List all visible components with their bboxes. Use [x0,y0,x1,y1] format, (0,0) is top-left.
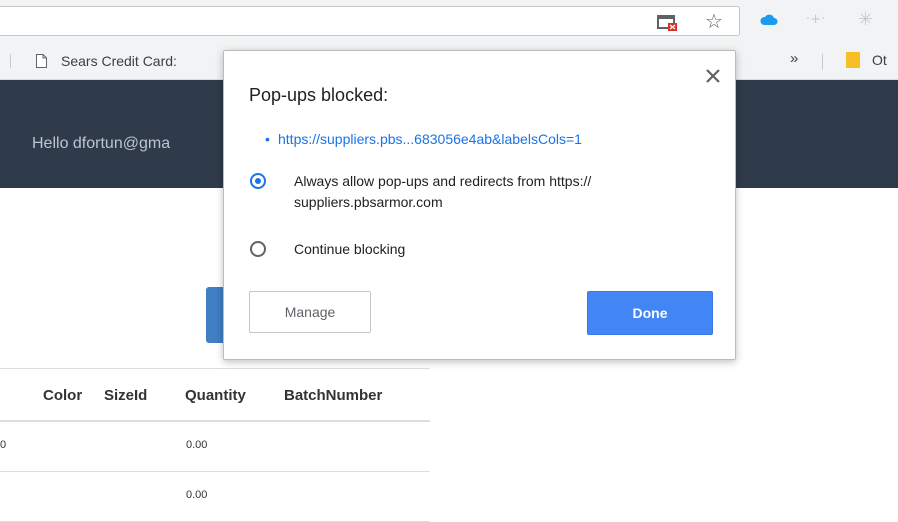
radio-continue-blocking[interactable] [250,241,266,257]
radio-always-allow[interactable] [250,173,266,189]
close-icon[interactable] [702,65,724,87]
column-header-color[interactable]: Color [43,387,82,404]
column-header-sizeid[interactable]: SizeId [104,387,147,404]
blocked-popup-link[interactable]: https://suppliers.pbs...683056e4ab&label… [278,131,582,147]
table-cell-quantity: 0.00 [186,439,208,451]
table-cell: 0 [0,439,7,451]
divider [10,54,11,68]
table-header: Color SizeId Quantity BatchNumber [0,368,430,422]
manage-button[interactable]: Manage [249,291,371,333]
bookmark-sears-credit-card[interactable]: Sears Credit Card: [36,51,177,71]
bookmark-star-icon[interactable]: ☆ [702,9,726,33]
radio-label-line: Always allow pop-ups and redirects from … [294,173,592,189]
data-table: Color SizeId Quantity BatchNumber 0 0.00… [0,368,430,522]
address-bar[interactable] [0,6,740,36]
page-icon [36,54,47,68]
popup-blocked-icon[interactable] [656,13,680,33]
user-greeting[interactable]: Hello dfortun@gma [32,135,170,153]
done-button[interactable]: Done [587,291,713,335]
table-cell-quantity: 0.00 [186,489,208,501]
bookmark-label: Ot [872,52,887,68]
extension-icon[interactable]: ·+· [806,12,825,27]
folder-icon [846,52,860,68]
extension-snowflake-icon[interactable]: ✳ [858,9,873,30]
dialog-title: Pop-ups blocked: [249,85,389,105]
bullet-icon: • [265,131,270,147]
radio-label-always-allow[interactable]: Always allow pop-ups and redirects from … [294,171,591,213]
divider [822,54,823,70]
bookmark-label: Sears Credit Card: [61,53,177,69]
browser-toolbar: ☆ ·+· ✳ [0,0,898,42]
popups-blocked-dialog: Pop-ups blocked: • https://suppliers.pbs… [223,50,736,360]
radio-label-line: suppliers.pbsarmor.com [294,194,443,210]
column-header-batchnumber[interactable]: BatchNumber [284,387,382,404]
table-row[interactable]: 0 0.00 [0,422,430,472]
column-header-quantity[interactable]: Quantity [185,387,246,404]
bookmarks-overflow-chevron-icon[interactable]: » [790,50,798,67]
cloud-extension-icon[interactable] [760,13,778,27]
radio-label-continue-blocking[interactable]: Continue blocking [294,239,405,260]
table-row[interactable]: 0.00 [0,472,430,522]
bookmark-other-folder[interactable]: Ot [846,52,887,68]
